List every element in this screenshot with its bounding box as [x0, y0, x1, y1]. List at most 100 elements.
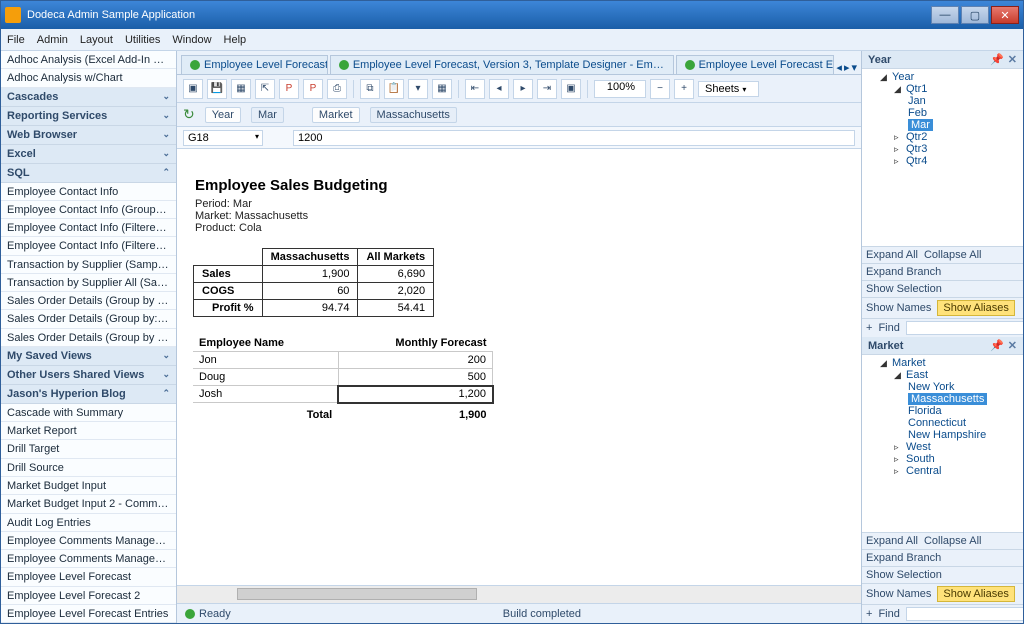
- menu-utilities[interactable]: Utilities: [125, 34, 160, 46]
- tab-active[interactable]: Employee Level Forecast Entries✕: [676, 55, 835, 74]
- excel-icon[interactable]: ▦: [231, 79, 251, 99]
- spreadsheet-area[interactable]: Employee Sales Budgeting Period: Mar Mar…: [177, 149, 861, 585]
- tree-node[interactable]: Central: [906, 465, 941, 477]
- close-icon[interactable]: ✕: [1008, 339, 1017, 352]
- new-icon[interactable]: ▣: [183, 79, 203, 99]
- tab[interactable]: Employee Level Forecast Entries: [181, 55, 328, 74]
- export-icon[interactable]: ⇱: [255, 79, 275, 99]
- tree-leaf[interactable]: New Hampshire: [908, 429, 986, 441]
- tree-node[interactable]: Market: [892, 357, 926, 369]
- emp-val-active[interactable]: 1,200: [338, 386, 492, 403]
- tree-leaf-selected[interactable]: Massachusetts: [908, 393, 987, 405]
- sidebar-item[interactable]: Employee Contact Info (Filtered by: La..…: [1, 237, 176, 255]
- pdf-icon[interactable]: P: [279, 79, 299, 99]
- zoom-input[interactable]: 100%: [594, 80, 646, 98]
- show-selection-link[interactable]: Show Selection: [866, 569, 942, 581]
- collapse-all-link[interactable]: Collapse All: [924, 535, 981, 547]
- tree-leaf[interactable]: Connecticut: [908, 417, 966, 429]
- sidebar-item[interactable]: Employee Level Forecast 2: [1, 587, 176, 605]
- copy-icon[interactable]: ⧉: [360, 79, 380, 99]
- expand-icon[interactable]: ▹: [894, 466, 903, 477]
- tab-scroll-left-icon[interactable]: ◂: [836, 61, 842, 74]
- nav-first-icon[interactable]: ⇤: [465, 79, 485, 99]
- sidebar-item[interactable]: Sales Order Details (Group by: Produ...: [1, 310, 176, 328]
- sidebar-item[interactable]: Transaction by Supplier (Sample Basic): [1, 256, 176, 274]
- expand-icon[interactable]: ▹: [894, 144, 903, 155]
- expand-icon[interactable]: ▹: [894, 454, 903, 465]
- collapse-icon[interactable]: ◢: [894, 370, 903, 381]
- sidebar-item[interactable]: Employee Contact Info: [1, 183, 176, 201]
- tab[interactable]: Employee Level Forecast, Version 3, Temp…: [330, 55, 674, 74]
- sidebar-item[interactable]: Employee Level Forecast Entries: [1, 605, 176, 623]
- sidebar-item[interactable]: Employee Contact Info (Grouped by: J...: [1, 201, 176, 219]
- sidebar-group-blog[interactable]: Jason's Hyperion Blog⌃: [1, 385, 176, 404]
- tree-node[interactable]: Qtr1: [906, 83, 927, 95]
- pin-icon[interactable]: 📌: [990, 339, 1004, 352]
- expand-icon[interactable]: ▹: [894, 442, 903, 453]
- expand-icon[interactable]: ▹: [894, 156, 903, 167]
- cell-reference[interactable]: G18▾: [183, 130, 263, 146]
- grid-icon[interactable]: ▦: [432, 79, 452, 99]
- tree-node[interactable]: Year: [892, 71, 914, 83]
- sidebar-group-sql[interactable]: SQL⌃: [1, 164, 176, 183]
- expand-all-link[interactable]: Expand All: [866, 535, 918, 547]
- pin-icon[interactable]: 📌: [990, 53, 1004, 66]
- sidebar-item[interactable]: Market Budget Input: [1, 477, 176, 495]
- collapse-icon[interactable]: ◢: [894, 84, 903, 95]
- expand-all-link[interactable]: Expand All: [866, 249, 918, 261]
- sidebar-group-cascades[interactable]: Cascades⌄: [1, 88, 176, 107]
- tree-node[interactable]: East: [906, 369, 928, 381]
- menu-help[interactable]: Help: [224, 34, 247, 46]
- sidebar-group-shared[interactable]: Other Users Shared Views⌄: [1, 366, 176, 385]
- tab-menu-icon[interactable]: ▾: [851, 61, 857, 74]
- collapse-icon[interactable]: ◢: [880, 358, 889, 369]
- show-selection-link[interactable]: Show Selection: [866, 283, 942, 295]
- sidebar-item[interactable]: Market Report: [1, 422, 176, 440]
- cell-value-input[interactable]: 1200: [293, 130, 855, 146]
- market-tree[interactable]: ◢Market ◢East New York Massachusetts Flo…: [862, 355, 1023, 532]
- sidebar-item[interactable]: Sales Order Details (Group by Produc...: [1, 329, 176, 347]
- zoom-out-icon[interactable]: −: [650, 79, 670, 99]
- tab-scroll-right-icon[interactable]: ▸: [844, 61, 850, 74]
- sidebar-item[interactable]: Drill Target: [1, 440, 176, 458]
- sidebar-item[interactable]: Employee Comments Management: [1, 550, 176, 568]
- emp-val[interactable]: 500: [338, 369, 492, 386]
- menu-admin[interactable]: Admin: [37, 34, 68, 46]
- plus-icon[interactable]: +: [866, 608, 872, 620]
- scrollbar-thumb[interactable]: [237, 588, 477, 600]
- close-icon[interactable]: ✕: [1008, 53, 1017, 66]
- show-aliases-button[interactable]: Show Aliases: [937, 300, 1014, 316]
- sidebar-item[interactable]: Employee Comments Management (E...: [1, 532, 176, 550]
- year-tree[interactable]: ◢Year ◢Qtr1 Jan Feb Mar ▹Qtr2: [862, 69, 1023, 246]
- sidebar-group-saved[interactable]: My Saved Views⌄: [1, 347, 176, 366]
- sheets-select[interactable]: Sheets ▾: [698, 81, 759, 97]
- sidebar-item[interactable]: Employee Level Forecast: [1, 568, 176, 586]
- menu-file[interactable]: File: [7, 34, 25, 46]
- tree-leaf[interactable]: Jan: [908, 95, 926, 107]
- expand-icon[interactable]: ▹: [894, 132, 903, 143]
- save-icon[interactable]: 💾: [207, 79, 227, 99]
- refresh-icon[interactable]: ↻: [183, 106, 195, 123]
- collapse-icon[interactable]: ◢: [880, 72, 889, 83]
- dropdown-icon[interactable]: ▾: [408, 79, 428, 99]
- nav-prev-icon[interactable]: ◂: [489, 79, 509, 99]
- collapse-icon[interactable]: ▣: [561, 79, 581, 99]
- tree-node[interactable]: Qtr3: [906, 143, 927, 155]
- sidebar-item[interactable]: Audit Log Entries: [1, 514, 176, 532]
- zoom-in-icon[interactable]: +: [674, 79, 694, 99]
- sidebar-item[interactable]: Employee Contact Info (Filtered by: La..…: [1, 219, 176, 237]
- nav-next-icon[interactable]: ▸: [513, 79, 533, 99]
- sidebar-group-excel[interactable]: Excel⌄: [1, 145, 176, 164]
- paste-icon[interactable]: 📋: [384, 79, 404, 99]
- find-input[interactable]: [906, 321, 1023, 335]
- tree-leaf[interactable]: Feb: [908, 107, 927, 119]
- menu-window[interactable]: Window: [172, 34, 211, 46]
- sidebar-group-web[interactable]: Web Browser⌄: [1, 126, 176, 145]
- emp-val[interactable]: 200: [338, 352, 492, 369]
- close-button[interactable]: ✕: [991, 6, 1019, 24]
- sidebar-item[interactable]: Drill Source: [1, 459, 176, 477]
- pov-market-value[interactable]: Massachusetts: [370, 107, 457, 123]
- show-names-link[interactable]: Show Names: [866, 588, 931, 600]
- print-icon[interactable]: ⎙: [327, 79, 347, 99]
- minimize-button[interactable]: —: [931, 6, 959, 24]
